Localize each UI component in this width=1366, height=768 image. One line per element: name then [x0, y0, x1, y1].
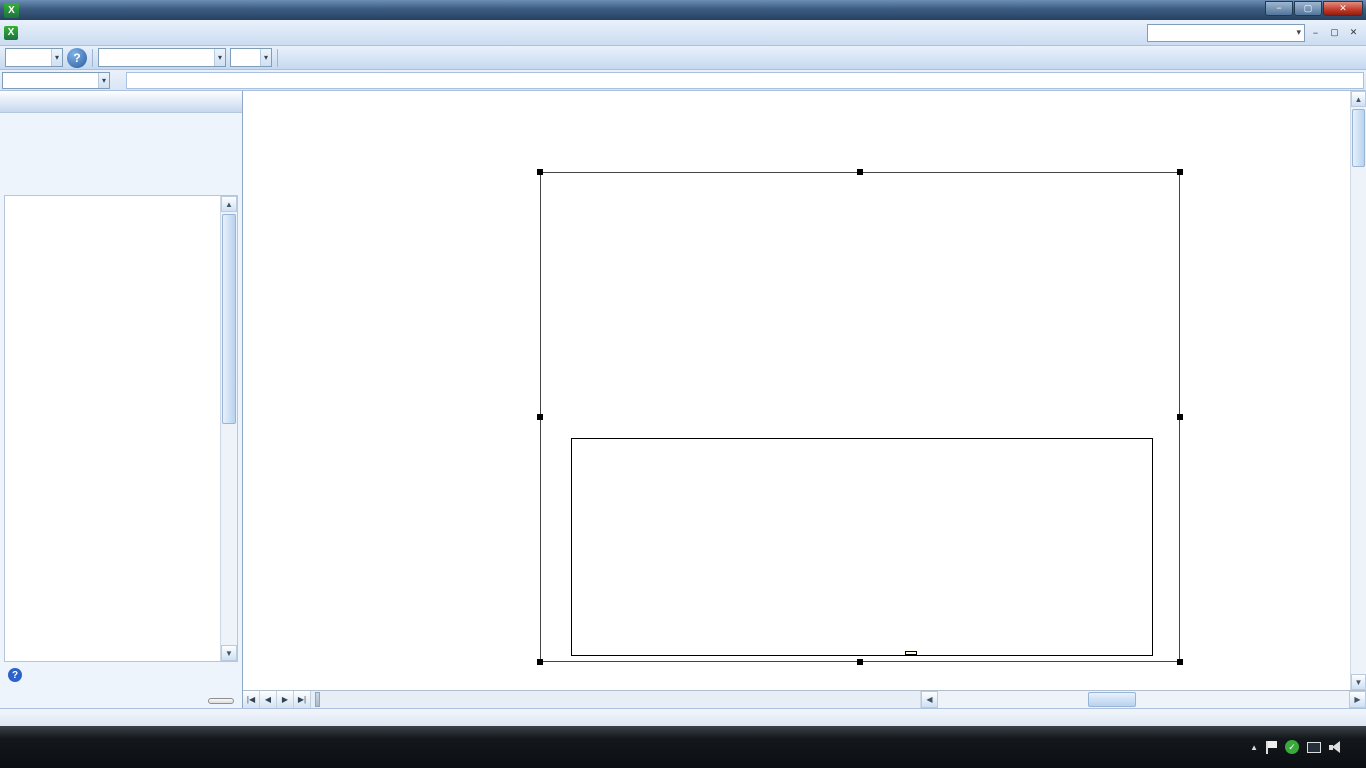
- volume-icon[interactable]: [1329, 740, 1344, 754]
- close-button[interactable]: ✕: [1323, 0, 1363, 16]
- close-workbook-button[interactable]: ✕: [1345, 24, 1362, 41]
- scrollbar-thumb[interactable]: [1088, 692, 1136, 707]
- minimize-button[interactable]: −: [1265, 0, 1293, 16]
- window-controls: − ▢ ✕: [1264, 0, 1363, 16]
- help-button[interactable]: ?: [67, 47, 87, 68]
- chevron-down-icon: ▾: [1296, 27, 1301, 37]
- previous-sheet-button[interactable]: ◀: [260, 691, 277, 708]
- horizontal-scrollbar[interactable]: ◀ ▶: [920, 691, 1366, 708]
- chart-legend[interactable]: [571, 438, 1153, 656]
- minimize-workbook-button[interactable]: −: [1307, 24, 1324, 41]
- scroll-up-icon[interactable]: ▲: [221, 196, 237, 212]
- question-area: ▾ − ▢ ✕: [1147, 23, 1362, 42]
- scroll-down-icon[interactable]: ▼: [221, 645, 237, 661]
- scroll-down-icon[interactable]: ▼: [1351, 674, 1366, 690]
- toolbar-separator: [277, 48, 278, 67]
- selection-handle[interactable]: [1177, 169, 1183, 175]
- name-box[interactable]: ▾: [2, 71, 110, 89]
- vertical-scrollbar[interactable]: ▲ ▼: [1350, 91, 1366, 690]
- question-box[interactable]: ▾: [1147, 23, 1305, 42]
- chevron-down-icon: ▾: [50, 49, 62, 66]
- chevron-down-icon: ▾: [213, 49, 225, 66]
- selection-handle[interactable]: [537, 169, 543, 175]
- standard-toolbar: ▾ ? ▾ ▾: [0, 46, 1366, 70]
- scrollbar-thumb[interactable]: [222, 214, 236, 424]
- font-size-combo[interactable]: ▾: [230, 48, 272, 67]
- formula-bar: ▾: [0, 70, 1366, 91]
- antivirus-icon[interactable]: ✓: [1285, 740, 1299, 754]
- workbook-icon: X: [4, 25, 18, 40]
- selection-handle[interactable]: [857, 659, 863, 665]
- close-pane-button[interactable]: [208, 698, 234, 704]
- menu-bar: X ▾ − ▢ ✕: [0, 20, 1366, 46]
- legend-tooltip: [905, 651, 917, 655]
- title-bar: X − ▢ ✕: [0, 0, 1366, 20]
- formula-input[interactable]: [126, 71, 1364, 89]
- document-recovery-pane: ▲ ▼ ?: [0, 91, 243, 708]
- chart[interactable]: [537, 169, 1183, 665]
- selection-handle[interactable]: [1177, 659, 1183, 665]
- taskbar: ▲ ✓: [0, 726, 1366, 768]
- tab-split-handle[interactable]: [315, 692, 320, 707]
- last-sheet-button[interactable]: ▶|: [294, 691, 311, 708]
- zoom-combo[interactable]: ▾: [5, 48, 63, 67]
- pane-intro: [0, 113, 242, 124]
- selection-handle[interactable]: [857, 169, 863, 175]
- system-tray: ▲ ✓: [1242, 740, 1366, 754]
- selection-handle[interactable]: [537, 414, 543, 420]
- show-hidden-icons-button[interactable]: ▲: [1250, 743, 1258, 752]
- scroll-right-icon[interactable]: ▶: [1349, 691, 1366, 708]
- selection-handle[interactable]: [537, 659, 543, 665]
- maximize-button[interactable]: ▢: [1294, 0, 1322, 16]
- display-icon[interactable]: [1307, 741, 1321, 753]
- excel-app-icon: X: [4, 2, 19, 18]
- help-icon: ?: [8, 668, 22, 682]
- pane-title: [0, 91, 242, 113]
- chevron-down-icon: ▾: [259, 49, 271, 66]
- available-files-title: [0, 124, 242, 134]
- next-sheet-button[interactable]: ▶: [277, 691, 294, 708]
- scroll-up-icon[interactable]: ▲: [1351, 91, 1366, 107]
- action-center-icon[interactable]: [1266, 740, 1277, 754]
- status-bar: [0, 708, 1366, 726]
- scrollbar-thumb[interactable]: [1352, 109, 1365, 167]
- scroll-left-icon[interactable]: ◀: [921, 691, 938, 708]
- recovered-files-list: ▲ ▼: [4, 195, 238, 662]
- toolbar-separator: [92, 48, 93, 67]
- restore-workbook-button[interactable]: ▢: [1326, 24, 1343, 41]
- scrollbar-track[interactable]: [938, 691, 1349, 708]
- chevron-down-icon: ▾: [97, 72, 109, 88]
- selection-handle[interactable]: [1177, 414, 1183, 420]
- column-headers: [243, 91, 1350, 108]
- pane-help-row: ?: [8, 668, 28, 682]
- pane-scrollbar[interactable]: ▲ ▼: [220, 196, 237, 661]
- first-sheet-button[interactable]: |◀: [243, 691, 260, 708]
- sheet-tabs-row: |◀ ◀ ▶ ▶| ◀ ▶: [243, 690, 1366, 708]
- screen: X − ▢ ✕ X ▾ − ▢ ✕ ▾ ? ▾ ▾ ▾ ▲ ▼ ? ▲ ▼ |◀…: [0, 0, 1366, 768]
- file-items: [5, 196, 220, 661]
- font-name-combo[interactable]: ▾: [98, 48, 226, 67]
